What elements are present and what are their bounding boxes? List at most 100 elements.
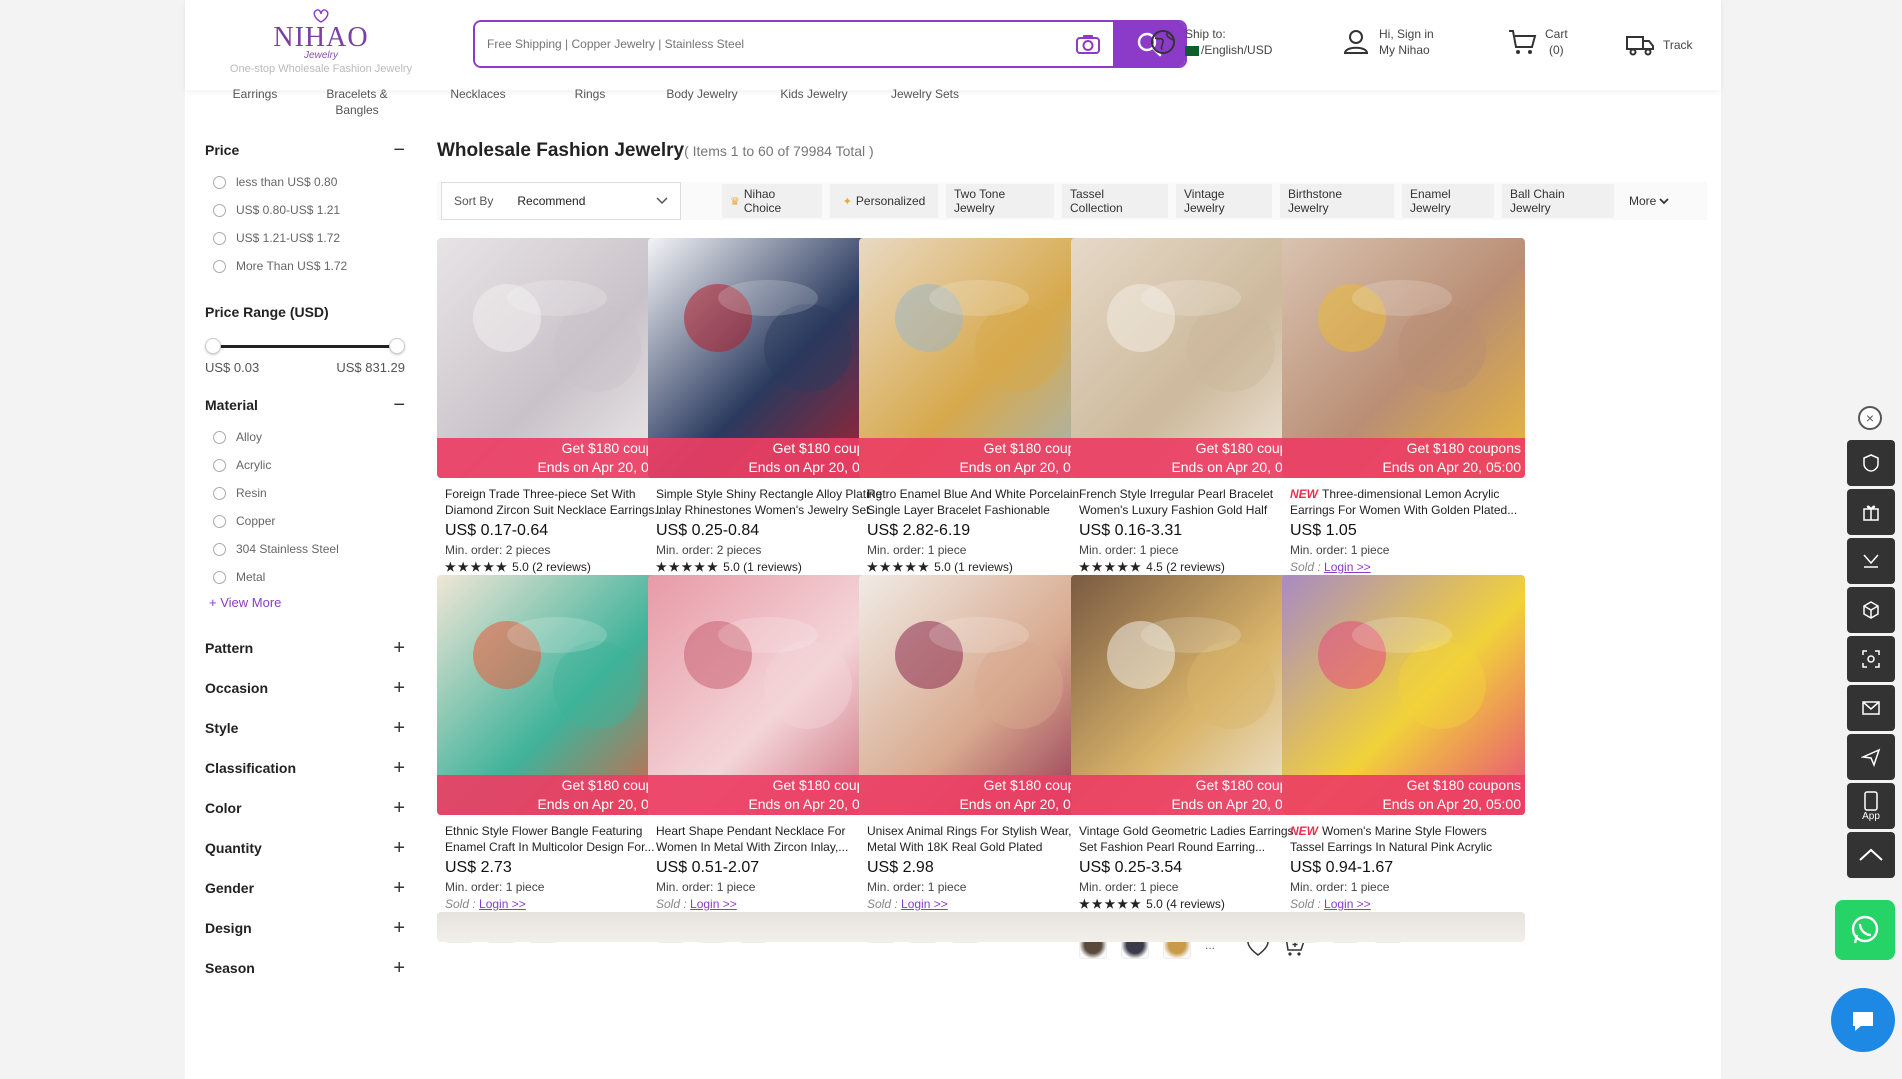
product-image[interactable] — [648, 912, 891, 942]
coupon-banner[interactable]: Get $180 coupons Ends on Apr 20, 05:00 — [1282, 438, 1525, 478]
price-range-slider[interactable] — [205, 336, 405, 356]
scan-icon[interactable] — [1847, 636, 1895, 682]
box-icon[interactable] — [1847, 587, 1895, 633]
material-option[interactable]: Alloy — [205, 423, 405, 451]
material-option[interactable]: Resin — [205, 479, 405, 507]
product-image[interactable] — [437, 912, 680, 942]
chat-button[interactable] — [1831, 988, 1895, 1052]
product-image[interactable]: Get $180 coupons Ends on Apr 20, 05:00 — [1071, 238, 1314, 478]
slider-max-handle[interactable] — [389, 338, 405, 354]
product-image[interactable]: Get $180 coupons Ends on Apr 20, 05:00 — [859, 238, 1102, 478]
search-input[interactable] — [475, 22, 1063, 66]
coupon-banner[interactable]: Get $180 coupons Ends on Apr 20, 05:00 — [437, 775, 680, 815]
product-image[interactable]: Get $180 coupons Ends on Apr 20, 05:00 — [1071, 575, 1314, 815]
price-option[interactable]: less than US$ 0.80 — [205, 168, 405, 196]
product-image[interactable] — [1071, 912, 1314, 942]
cart[interactable]: Cart (0) — [1507, 26, 1568, 58]
filter-color[interactable]: Color + — [205, 788, 405, 828]
filter-material-header[interactable]: Material − — [205, 394, 405, 417]
chip-vintage[interactable]: Vintage Jewelry — [1176, 184, 1272, 218]
coupon-banner[interactable]: Get $180 coupons Ends on Apr 20, 05:00 — [859, 775, 1102, 815]
coupon-banner[interactable]: Get $180 coupons Ends on Apr 20, 05:00 — [648, 438, 891, 478]
radio-icon[interactable] — [213, 430, 226, 444]
category-earrings[interactable]: Earrings — [195, 86, 315, 102]
coupon-banner[interactable]: Get $180 coupons Ends on Apr 20, 05:00 — [859, 438, 1102, 478]
plus-icon[interactable]: + — [393, 877, 405, 900]
sort-dropdown[interactable]: Sort By Recommend — [441, 182, 681, 220]
whatsapp-button[interactable] — [1835, 900, 1895, 960]
category-necklaces[interactable]: Necklaces — [418, 86, 538, 102]
material-option[interactable]: Acrylic — [205, 451, 405, 479]
chip-tassel[interactable]: Tassel Collection — [1062, 184, 1168, 218]
product-name[interactable]: Foreign Trade Three-piece Set With Diamo… — [445, 486, 673, 518]
login-link[interactable]: Login >> — [901, 897, 948, 911]
product-name[interactable]: French Style Irregular Pearl Bracelet Wo… — [1079, 486, 1307, 518]
minus-icon[interactable]: − — [393, 139, 405, 162]
slider-min-handle[interactable] — [205, 338, 221, 354]
filter-classification[interactable]: Classification + — [205, 748, 405, 788]
chip-ball-chain[interactable]: Ball Chain Jewelry — [1502, 184, 1614, 218]
gift-icon[interactable] — [1847, 489, 1895, 535]
filter-occasion[interactable]: Occasion + — [205, 668, 405, 708]
filter-pattern[interactable]: Pattern + — [205, 628, 405, 668]
product-name[interactable]: Retro Enamel Blue And White Porcelain Si… — [867, 486, 1095, 518]
filter-style[interactable]: Style + — [205, 708, 405, 748]
product-name[interactable]: Heart Shape Pendant Necklace For Women I… — [656, 823, 884, 855]
price-option[interactable]: US$ 0.80-US$ 1.21 — [205, 196, 405, 224]
login-link[interactable]: Login >> — [1324, 560, 1371, 574]
chip-two-tone[interactable]: Two Tone Jewelry — [946, 184, 1054, 218]
back-to-top-button[interactable] — [1847, 832, 1895, 878]
product-name[interactable]: Simple Style Shiny Rectangle Alloy Plati… — [656, 486, 884, 518]
category-kids-jewelry[interactable]: Kids Jewelry — [754, 86, 874, 102]
plus-icon[interactable]: + — [393, 797, 405, 820]
radio-icon[interactable] — [213, 175, 226, 189]
product-name[interactable]: Vintage Gold Geometric Ladies Earrings S… — [1079, 823, 1307, 855]
logo[interactable]: NIHAO Jewelry One-stop Wholesale Fashion… — [221, 8, 421, 75]
login-link[interactable]: Login >> — [1324, 897, 1371, 911]
filter-quantity[interactable]: Quantity + — [205, 828, 405, 868]
product-name[interactable]: NEW Women's Marine Style Flowers Tassel E… — [1290, 823, 1518, 855]
plus-icon[interactable]: + — [393, 957, 405, 980]
filter-price-header[interactable]: Price − — [205, 139, 405, 162]
ship-to[interactable]: Ship to: /English/USD — [1149, 26, 1272, 58]
plus-icon[interactable]: + — [393, 837, 405, 860]
plus-icon[interactable]: + — [393, 757, 405, 780]
app-button[interactable]: App — [1847, 783, 1895, 829]
material-option[interactable]: Metal — [205, 563, 405, 591]
radio-icon[interactable] — [213, 203, 226, 217]
plane-icon[interactable] — [1847, 734, 1895, 780]
filter-design[interactable]: Design + — [205, 908, 405, 948]
radio-icon[interactable] — [213, 542, 226, 556]
plus-icon[interactable]: + — [393, 637, 405, 660]
sign-in[interactable]: Hi, Sign in My Nihao — [1341, 26, 1434, 58]
plus-icon[interactable]: + — [393, 917, 405, 940]
close-icon[interactable]: × — [1858, 406, 1882, 430]
product-image[interactable]: Get $180 coupons Ends on Apr 20, 05:00 — [1282, 238, 1525, 478]
radio-icon[interactable] — [213, 231, 226, 245]
mail-icon[interactable] — [1847, 685, 1895, 731]
radio-icon[interactable] — [213, 486, 226, 500]
coupon-banner[interactable]: Get $180 coupons Ends on Apr 20, 05:00 — [648, 775, 891, 815]
product-image[interactable]: Get $180 coupons Ends on Apr 20, 05:00 — [648, 238, 891, 478]
coupon-banner[interactable]: Get $180 coupons Ends on Apr 20, 05:00 — [1282, 775, 1525, 815]
login-link[interactable]: Login >> — [479, 897, 526, 911]
chip-birthstone[interactable]: Birthstone Jewelry — [1280, 184, 1394, 218]
dropship-icon[interactable] — [1847, 538, 1895, 584]
category-jewelry-sets[interactable]: Jewelry Sets — [865, 86, 985, 102]
radio-icon[interactable] — [213, 570, 226, 584]
product-image[interactable]: Get $180 coupons Ends on Apr 20, 05:00 — [437, 575, 680, 815]
product-name[interactable]: Ethnic Style Flower Bangle Featuring Ena… — [445, 823, 673, 855]
view-more-link[interactable]: + View More — [205, 595, 405, 610]
camera-icon[interactable] — [1063, 22, 1113, 66]
price-option[interactable]: US$ 1.21-US$ 1.72 — [205, 224, 405, 252]
chip-enamel[interactable]: Enamel Jewelry — [1402, 184, 1494, 218]
product-image[interactable]: Get $180 coupons Ends on Apr 20, 05:00 — [437, 238, 680, 478]
product-image[interactable]: Get $180 coupons Ends on Apr 20, 05:00 — [859, 575, 1102, 815]
product-image[interactable]: Get $180 coupons Ends on Apr 20, 05:00 — [648, 575, 891, 815]
price-option[interactable]: More Than US$ 1.72 — [205, 252, 405, 280]
product-image[interactable] — [1282, 912, 1525, 942]
coupon-banner[interactable]: Get $180 coupons Ends on Apr 20, 05:00 — [1071, 775, 1314, 815]
material-option[interactable]: Copper — [205, 507, 405, 535]
minus-icon[interactable]: − — [393, 394, 405, 417]
more-chips[interactable]: More — [1629, 184, 1669, 218]
